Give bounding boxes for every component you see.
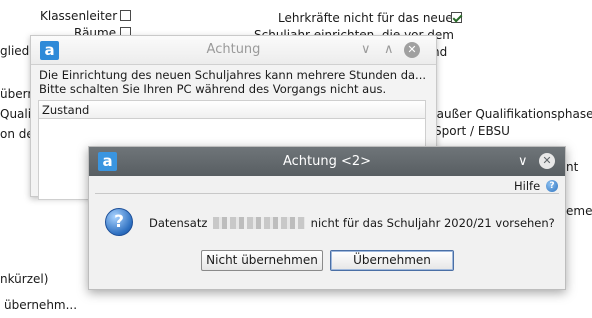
uebernehmen-button[interactable]: Übernehmen bbox=[330, 250, 454, 271]
ausser-label: (außer Qualifikationsphase) bbox=[432, 107, 592, 121]
chevron-up-icon[interactable]: ∧ bbox=[384, 43, 394, 57]
chevron-down-icon[interactable]: ∨ bbox=[361, 43, 371, 57]
close-icon[interactable]: ✕ bbox=[404, 42, 420, 58]
confirm-message: Datensatz nicht für das Schuljahr 2020/2… bbox=[149, 216, 555, 230]
klassenleiter-label: Klassenleiter bbox=[40, 9, 118, 23]
redacted-record-name bbox=[213, 217, 306, 229]
nt-fragment: nt bbox=[566, 160, 579, 174]
column-header-zustand[interactable]: Zustand bbox=[39, 101, 425, 119]
achtung-dialog-front: a Achtung <2> ∨ ✕ Hilfe ? ? Datensatz ni… bbox=[88, 146, 566, 290]
lehrkraefte-label: Lehrkräfte nicht für das neue bbox=[278, 11, 453, 25]
nicht-uebernehmen-button[interactable]: Nicht übernehmen bbox=[201, 250, 323, 271]
message-line-1: Die Einrichtung des neuen Schuljahres ka… bbox=[39, 68, 427, 82]
message-suffix: nicht für das Schuljahr 2020/21 vorsehen… bbox=[310, 216, 555, 230]
message-prefix: Datensatz bbox=[149, 216, 208, 230]
help-link[interactable]: Hilfe bbox=[514, 179, 540, 193]
divider bbox=[95, 193, 559, 194]
on-de-fragment: on de bbox=[0, 127, 34, 141]
message-line-2: Bitte schalten Sie Ihren PC während des … bbox=[39, 82, 387, 96]
uebernehm-fragment: übernehm... bbox=[4, 298, 78, 312]
klassenleiter-checkbox[interactable] bbox=[120, 10, 131, 21]
kuerzel-fragment: nkürzel) bbox=[0, 272, 49, 286]
dialog-title: Achtung <2> bbox=[282, 154, 372, 169]
sport-label: Sport / EBSU bbox=[434, 124, 510, 138]
uebern-fragment: überr bbox=[0, 87, 33, 101]
dialog-titlebar[interactable]: a Achtung <2> ∨ ✕ bbox=[89, 147, 565, 176]
dialog-title: Achtung bbox=[206, 42, 261, 57]
chevron-down-icon[interactable]: ∨ bbox=[518, 155, 528, 169]
eme-fragment: eme bbox=[566, 204, 592, 218]
help-icon[interactable]: ? bbox=[546, 180, 558, 192]
lehrkraefte-checkbox[interactable] bbox=[451, 12, 462, 23]
dialog-titlebar[interactable]: a Achtung ∨ ∧ ✕ bbox=[31, 36, 436, 65]
question-icon: ? bbox=[105, 208, 133, 236]
close-icon[interactable]: ✕ bbox=[539, 153, 555, 169]
